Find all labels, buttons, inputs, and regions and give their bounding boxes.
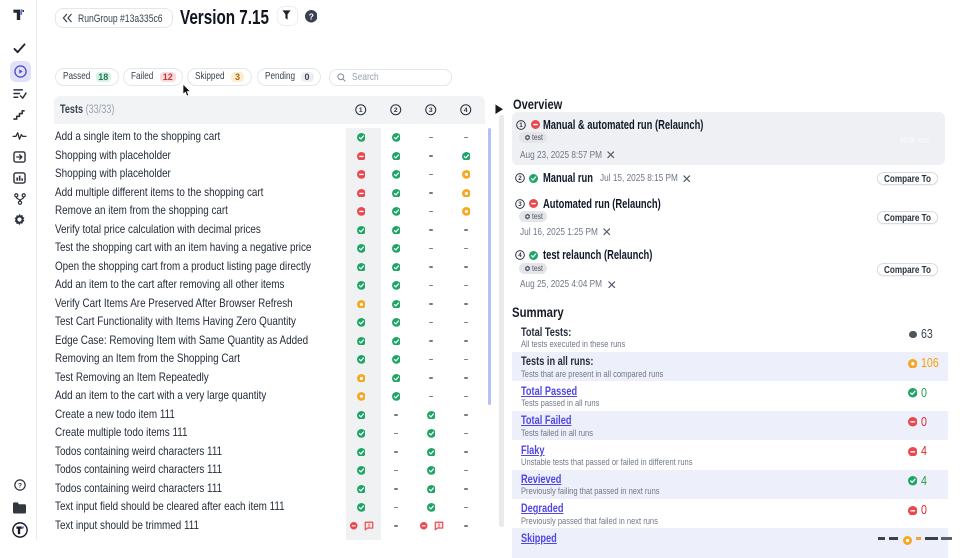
- svg-text:2: 2: [394, 107, 398, 114]
- svg-text:3: 3: [518, 201, 522, 208]
- svg-text:1: 1: [359, 107, 363, 114]
- svg-text:4: 4: [464, 107, 468, 114]
- svg-text:2: 2: [518, 175, 522, 182]
- svg-text:?: ?: [308, 12, 313, 22]
- svg-text:3: 3: [429, 107, 433, 114]
- svg-text:?: ?: [18, 483, 22, 490]
- svg-text:1: 1: [519, 122, 523, 129]
- svg-text:4: 4: [518, 252, 522, 259]
